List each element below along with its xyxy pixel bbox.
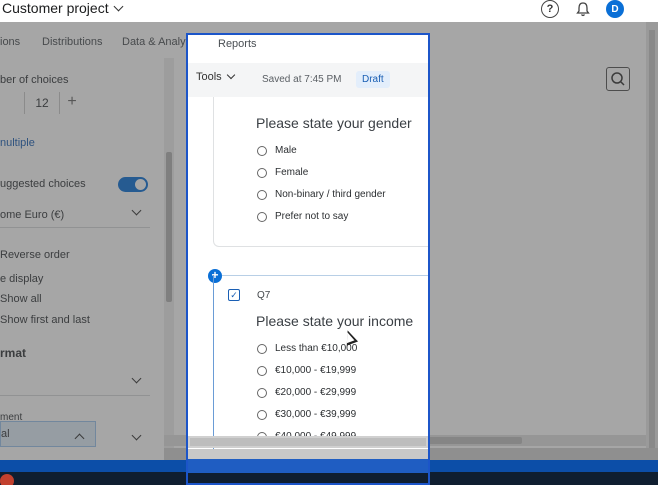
selected-question-marker	[213, 275, 214, 455]
block-divider	[222, 275, 428, 276]
editor-focus-panel: Reports Tools Saved at 7:45 PM Draft Ple…	[186, 33, 430, 485]
project-title[interactable]: Customer project	[2, 0, 124, 16]
choice-option[interactable]: Non-binary / third gender	[257, 189, 386, 200]
radio-button[interactable]	[257, 167, 267, 178]
radio-button[interactable]	[257, 387, 267, 398]
panel-scroll-track	[188, 449, 428, 459]
choice-option[interactable]: Prefer not to say	[257, 211, 348, 222]
choice-label: Non-binary / third gender	[275, 189, 386, 200]
choice-label: Female	[275, 167, 309, 178]
choice-option[interactable]: €10,000 - €19,999	[257, 365, 356, 376]
help-icon[interactable]: ?	[541, 0, 559, 18]
choice-option[interactable]: Less than €10,000	[257, 343, 357, 354]
choice-label: Less than €10,000	[275, 343, 358, 354]
app-icon[interactable]	[0, 474, 14, 485]
panel-taskbar	[188, 473, 428, 483]
bell-icon[interactable]	[574, 0, 592, 18]
draft-badge: Draft	[356, 71, 390, 88]
question-number: Q7	[257, 290, 271, 301]
avatar[interactable]: D	[606, 0, 624, 18]
choice-label: €10,000 - €19,999	[275, 365, 357, 376]
choice-label: Male	[275, 145, 297, 156]
panel-horizontal-scrollbar[interactable]	[188, 436, 428, 448]
editor-toolbar: Tools Saved at 7:45 PM Draft	[188, 63, 428, 97]
question-title-gender[interactable]: Please state your gender	[256, 115, 412, 131]
panel-taskbar-accent	[188, 459, 428, 473]
top-bar: Customer project ? D	[0, 0, 658, 22]
project-title-text: Customer project	[2, 0, 109, 16]
choice-label: Prefer not to say	[275, 211, 349, 222]
tools-button[interactable]: Tools	[196, 70, 235, 83]
chevron-down-icon	[226, 70, 235, 80]
radio-button[interactable]	[257, 365, 267, 376]
choice-option[interactable]: €30,000 - €39,999	[257, 409, 356, 420]
panel-scroll-thumb[interactable]	[190, 438, 426, 446]
radio-button[interactable]	[257, 409, 267, 420]
radio-button[interactable]	[257, 343, 267, 354]
radio-button[interactable]	[257, 211, 267, 222]
choice-label: €30,000 - €39,999	[275, 409, 357, 420]
radio-button[interactable]	[257, 145, 267, 156]
radio-button[interactable]	[257, 189, 267, 200]
choice-label: €20,000 - €29,999	[275, 387, 357, 398]
tools-button-label: Tools	[196, 71, 222, 83]
choice-option[interactable]: Female	[257, 167, 308, 178]
tab-reports[interactable]: Reports	[218, 38, 257, 50]
chevron-down-icon	[113, 1, 124, 11]
saved-status: Saved at 7:45 PM	[262, 74, 342, 85]
choice-option[interactable]: Male	[257, 145, 297, 156]
question-title-income[interactable]: Please state your income	[256, 313, 413, 329]
add-question-button[interactable]: +	[208, 269, 222, 283]
panel-header: Reports	[188, 35, 428, 57]
choice-option[interactable]: €20,000 - €29,999	[257, 387, 356, 398]
question-select-checkbox[interactable]: ✓	[228, 289, 240, 301]
